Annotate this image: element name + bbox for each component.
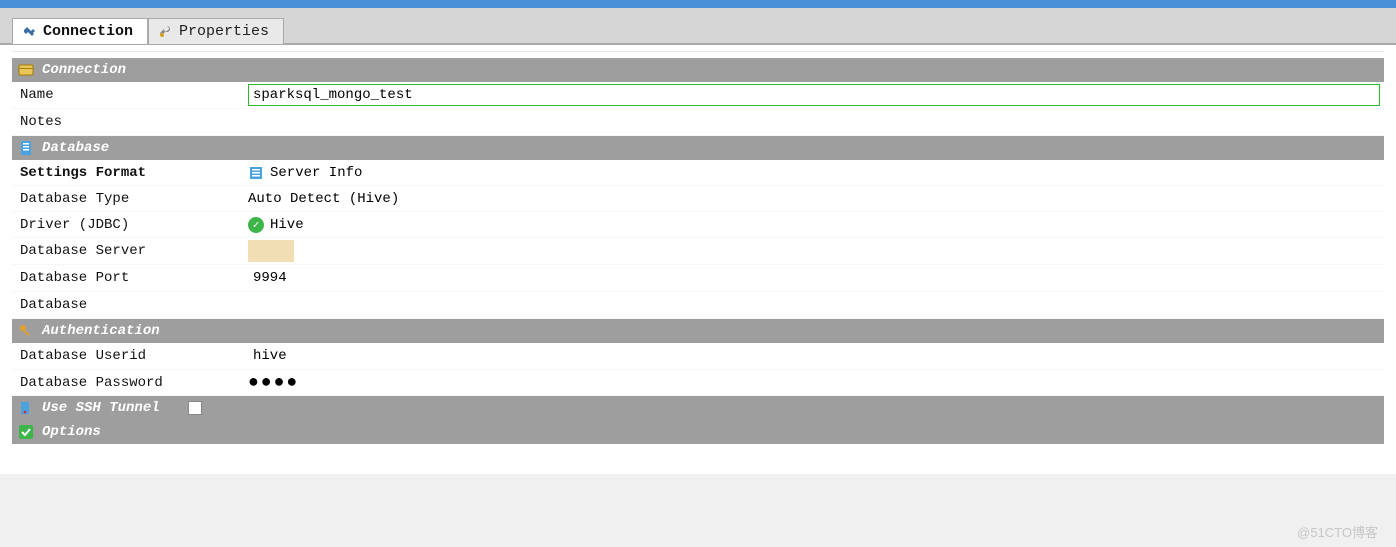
section-header-options[interactable]: Options xyxy=(12,420,1384,444)
settings-format-label: Settings Format xyxy=(12,161,244,185)
section-header-authentication[interactable]: Authentication xyxy=(12,319,1384,343)
server-info-icon xyxy=(248,165,264,181)
tab-connection-label: Connection xyxy=(43,23,133,40)
notes-input[interactable] xyxy=(248,111,1380,133)
row-password: Database Password ●●●● xyxy=(12,370,1384,396)
password-label: Database Password xyxy=(12,371,244,395)
window-accent-bar xyxy=(0,0,1396,8)
plug-icon xyxy=(21,24,37,40)
row-driver: Driver (JDBC) ✓ Hive xyxy=(12,212,1384,238)
server-redacted-block xyxy=(248,240,294,262)
driver-value: Hive xyxy=(270,217,304,233)
row-name: Name xyxy=(12,82,1384,109)
check-ok-icon: ✓ xyxy=(248,217,264,233)
database-name-label: Database xyxy=(12,293,244,317)
database-type-label: Database Type xyxy=(12,187,244,211)
ssh-section-icon xyxy=(18,400,34,416)
password-value-cell[interactable]: ●●●● xyxy=(244,374,1384,392)
section-options-title: Options xyxy=(42,424,101,440)
database-type-value-cell[interactable]: Auto Detect (Hive) xyxy=(244,189,1384,209)
port-input[interactable] xyxy=(248,267,1380,289)
tab-properties-label: Properties xyxy=(179,23,269,40)
auth-section-icon xyxy=(18,323,34,339)
tab-strip: Connection Properties xyxy=(0,8,1396,44)
row-database-name: Database xyxy=(12,292,1384,319)
port-label: Database Port xyxy=(12,266,244,290)
section-header-connection[interactable]: Connection xyxy=(12,58,1384,82)
ssh-checkbox[interactable] xyxy=(188,401,202,415)
watermark: @51CTO博客 xyxy=(1297,522,1378,541)
driver-value-cell[interactable]: ✓ Hive xyxy=(244,215,1384,235)
section-ssh-title: Use SSH Tunnel xyxy=(42,400,160,416)
server-label: Database Server xyxy=(12,239,244,263)
settings-format-value: Server Info xyxy=(270,165,362,181)
content-area: Connection Name Notes Database Settings … xyxy=(0,44,1396,474)
section-connection-title: Connection xyxy=(42,62,126,78)
server-value-cell[interactable] xyxy=(244,238,1384,264)
row-notes: Notes xyxy=(12,109,1384,136)
row-database-type: Database Type Auto Detect (Hive) xyxy=(12,186,1384,212)
notes-label: Notes xyxy=(12,110,244,134)
row-server: Database Server xyxy=(12,238,1384,265)
database-type-value: Auto Detect (Hive) xyxy=(248,191,399,207)
row-userid: Database Userid xyxy=(12,343,1384,370)
password-dots: ●●●● xyxy=(248,376,299,390)
section-database-title: Database xyxy=(42,140,109,156)
name-label: Name xyxy=(12,83,244,107)
row-port: Database Port xyxy=(12,265,1384,292)
settings-format-value-cell[interactable]: Server Info xyxy=(244,163,1384,183)
database-name-input[interactable] xyxy=(248,294,1380,316)
section-header-database[interactable]: Database xyxy=(12,136,1384,160)
tab-connection[interactable]: Connection xyxy=(12,18,148,44)
database-section-icon xyxy=(18,140,34,156)
section-auth-title: Authentication xyxy=(42,323,160,339)
userid-label: Database Userid xyxy=(12,344,244,368)
connection-section-icon xyxy=(18,62,34,78)
tab-properties[interactable]: Properties xyxy=(148,18,284,44)
scroll-container[interactable]: Connection Name Notes Database Settings … xyxy=(12,51,1384,469)
wrench-icon xyxy=(157,24,173,40)
userid-input[interactable] xyxy=(248,345,1380,367)
name-input[interactable] xyxy=(248,84,1380,106)
section-header-ssh[interactable]: Use SSH Tunnel xyxy=(12,396,1384,420)
row-settings-format: Settings Format Server Info xyxy=(12,160,1384,186)
driver-label: Driver (JDBC) xyxy=(12,213,244,237)
options-section-icon xyxy=(18,424,34,440)
